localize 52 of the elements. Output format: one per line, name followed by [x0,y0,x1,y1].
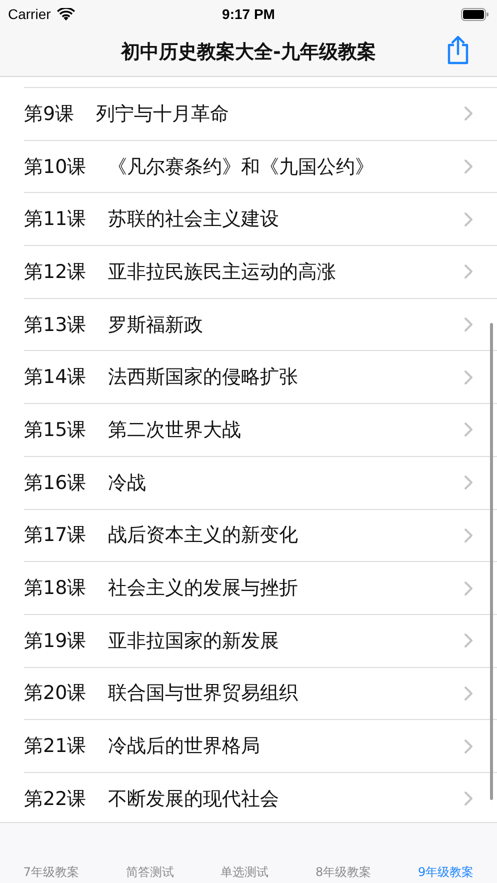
lesson-row[interactable]: 第11课 苏联的社会主义建设 [24,192,497,246]
chevron-icon [464,370,473,385]
lesson-row[interactable]: 第10课 《凡尔赛条约》和《九国公约》 [24,140,497,192]
lesson-title: 亚非拉国家的新发展 [108,628,280,654]
lesson-number: 第14课 [24,365,86,390]
lesson-number: 第17课 [24,523,86,548]
wifi-icon [56,8,75,20]
lesson-number: 第19课 [24,628,86,654]
lesson-number: 第10课 [24,154,86,180]
chevron-icon [464,686,473,701]
lesson-title: 法西斯国家的侵略扩张 [108,365,300,390]
lesson-title: 冷战后的世界格局 [108,734,262,760]
lesson-title: 不断发展的现代社会 [108,786,280,812]
chevron-icon [464,791,473,806]
lesson-row[interactable]: 第12课 亚非拉民族民主运动的高涨 [24,245,497,298]
lesson-number: 第12课 [24,260,86,285]
lesson-number: 第9课 [24,102,74,127]
chevron-icon [464,159,473,174]
lesson-row[interactable]: 第9课 列宁与十月革命 [24,87,497,140]
lesson-number: 第21课 [24,734,86,760]
lesson-title: 《凡尔赛条约》和《九国公约》 [108,154,376,180]
chevron-icon [464,475,473,490]
carrier-label: Carrier [8,6,51,22]
lesson-number: 第16课 [24,470,86,496]
chevron-icon [464,633,473,648]
battery-icon [461,8,489,20]
chevron-icon [464,264,473,280]
lesson-number: 第22课 [24,786,86,812]
chevron-icon [464,317,473,332]
nav-title: 初中历史教案大全-九年级教案 [121,40,376,65]
chevron-icon [464,212,473,227]
lesson-title: 列宁与十月革命 [96,102,230,127]
chevron-icon [464,106,473,122]
chevron-icon [464,528,473,543]
lesson-number: 第13课 [24,312,86,338]
lesson-title: 战后资本主义的新变化 [108,523,300,548]
status-time: 9:17 PM [222,6,275,22]
lesson-title: 罗斯福新政 [108,312,204,338]
chevron-icon [464,422,473,438]
lesson-number: 第20课 [24,681,86,706]
lesson-title: 第二次世界大战 [108,418,242,443]
lesson-number: 第15课 [24,418,86,443]
lesson-number: 第18课 [24,576,86,602]
lesson-title: 苏联的社会主义建设 [108,207,280,232]
lesson-title: 联合国与世界贸易组织 [108,681,300,706]
lesson-title: 社会主义的发展与挫折 [108,576,300,602]
lesson-title: 冷战 [108,470,148,496]
lesson-title: 亚非拉民族民主运动的高涨 [108,260,338,285]
chevron-icon [464,580,473,596]
chevron-icon [464,738,473,754]
lesson-number: 第11课 [24,207,86,232]
share-icon[interactable] [446,35,470,65]
